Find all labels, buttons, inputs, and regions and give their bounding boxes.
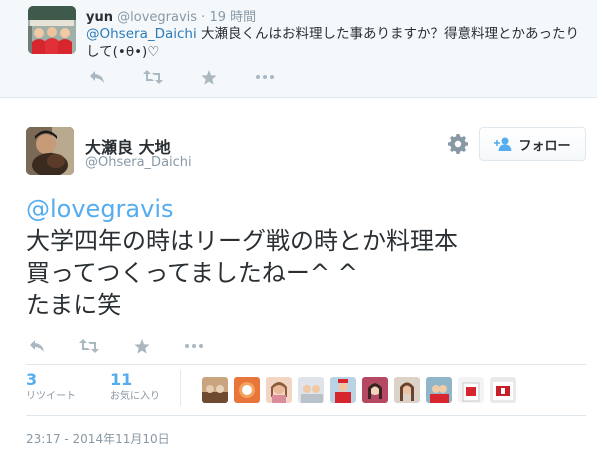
parent-header: yun @lovegravis · 19 時間	[86, 6, 256, 25]
main-mention-link[interactable]: @lovegravis	[26, 193, 586, 225]
parent-tweet[interactable]: yun @lovegravis · 19 時間 @Ohsera_Daichi 大…	[0, 0, 597, 98]
divider-top	[26, 364, 586, 365]
reply-icon[interactable]	[86, 68, 108, 86]
main-user-handle[interactable]: @Ohsera_Daichi	[85, 155, 192, 170]
favorites-stat[interactable]: 11 お気に入り	[110, 371, 160, 404]
parent-user-handle[interactable]: @lovegravis	[117, 10, 197, 25]
retweet-icon[interactable]	[78, 337, 100, 355]
parent-mention-link[interactable]: @Ohsera_Daichi	[86, 26, 197, 42]
favoriter-avatar[interactable]	[490, 377, 516, 403]
retweets-stat[interactable]: 3 リツイート	[26, 371, 76, 404]
parent-avatar-image	[28, 6, 76, 54]
favorite-icon[interactable]	[198, 68, 220, 86]
more-icon[interactable]	[254, 68, 276, 86]
follow-button[interactable]: フォロー	[479, 127, 586, 161]
favoriter-avatar[interactable]	[458, 377, 484, 403]
favoriter-avatar[interactable]	[298, 377, 324, 403]
favoriter-avatar[interactable]	[330, 377, 356, 403]
add-user-icon	[494, 137, 512, 151]
retweets-count: 3	[26, 370, 38, 389]
retweet-icon[interactable]	[142, 68, 164, 86]
main-avatar[interactable]	[26, 127, 74, 175]
main-tweet-line-1: 大学四年の時はリーグ戦の時とか料理本	[26, 227, 458, 255]
retweets-label: リツイート	[26, 391, 76, 402]
main-tweet-line-3: たまに笑	[26, 291, 122, 319]
favorite-icon[interactable]	[131, 337, 153, 355]
favoriter-avatar[interactable]	[266, 377, 292, 403]
more-icon[interactable]	[183, 337, 205, 355]
favorites-label: お気に入り	[110, 391, 160, 402]
parent-user-name[interactable]: yun	[86, 10, 113, 25]
main-tweet-line-2: 買ってつくってましたねー^ ^	[26, 259, 358, 287]
favorites-count: 11	[110, 370, 133, 389]
favoriter-avatar[interactable]	[426, 377, 452, 403]
main-avatar-image	[26, 127, 74, 175]
parent-tweet-text: @Ohsera_Daichi 大瀬良くんはお料理した事ありますか？得意料理とかあ…	[86, 25, 586, 61]
favoriter-avatar[interactable]	[234, 377, 260, 403]
favoriter-avatar[interactable]	[394, 377, 420, 403]
main-tweet-text: @lovegravis 大学四年の時はリーグ戦の時とか料理本 買ってつくってまし…	[26, 193, 586, 321]
tweet-timestamp[interactable]: 23:17 - 2014年11月10日	[26, 430, 170, 447]
gear-icon[interactable]	[448, 134, 468, 154]
favoriter-avatar[interactable]	[202, 377, 228, 403]
reply-icon[interactable]	[26, 337, 48, 355]
divider-bottom	[26, 415, 586, 416]
parent-separator-dot: ·	[201, 10, 206, 25]
parent-timestamp[interactable]: 19 時間	[209, 10, 256, 25]
favoriters-avatars	[202, 377, 516, 403]
parent-avatar[interactable]	[28, 6, 76, 54]
favoriter-avatar[interactable]	[362, 377, 388, 403]
stats-separator	[180, 370, 181, 406]
follow-button-label: フォロー	[518, 138, 571, 154]
